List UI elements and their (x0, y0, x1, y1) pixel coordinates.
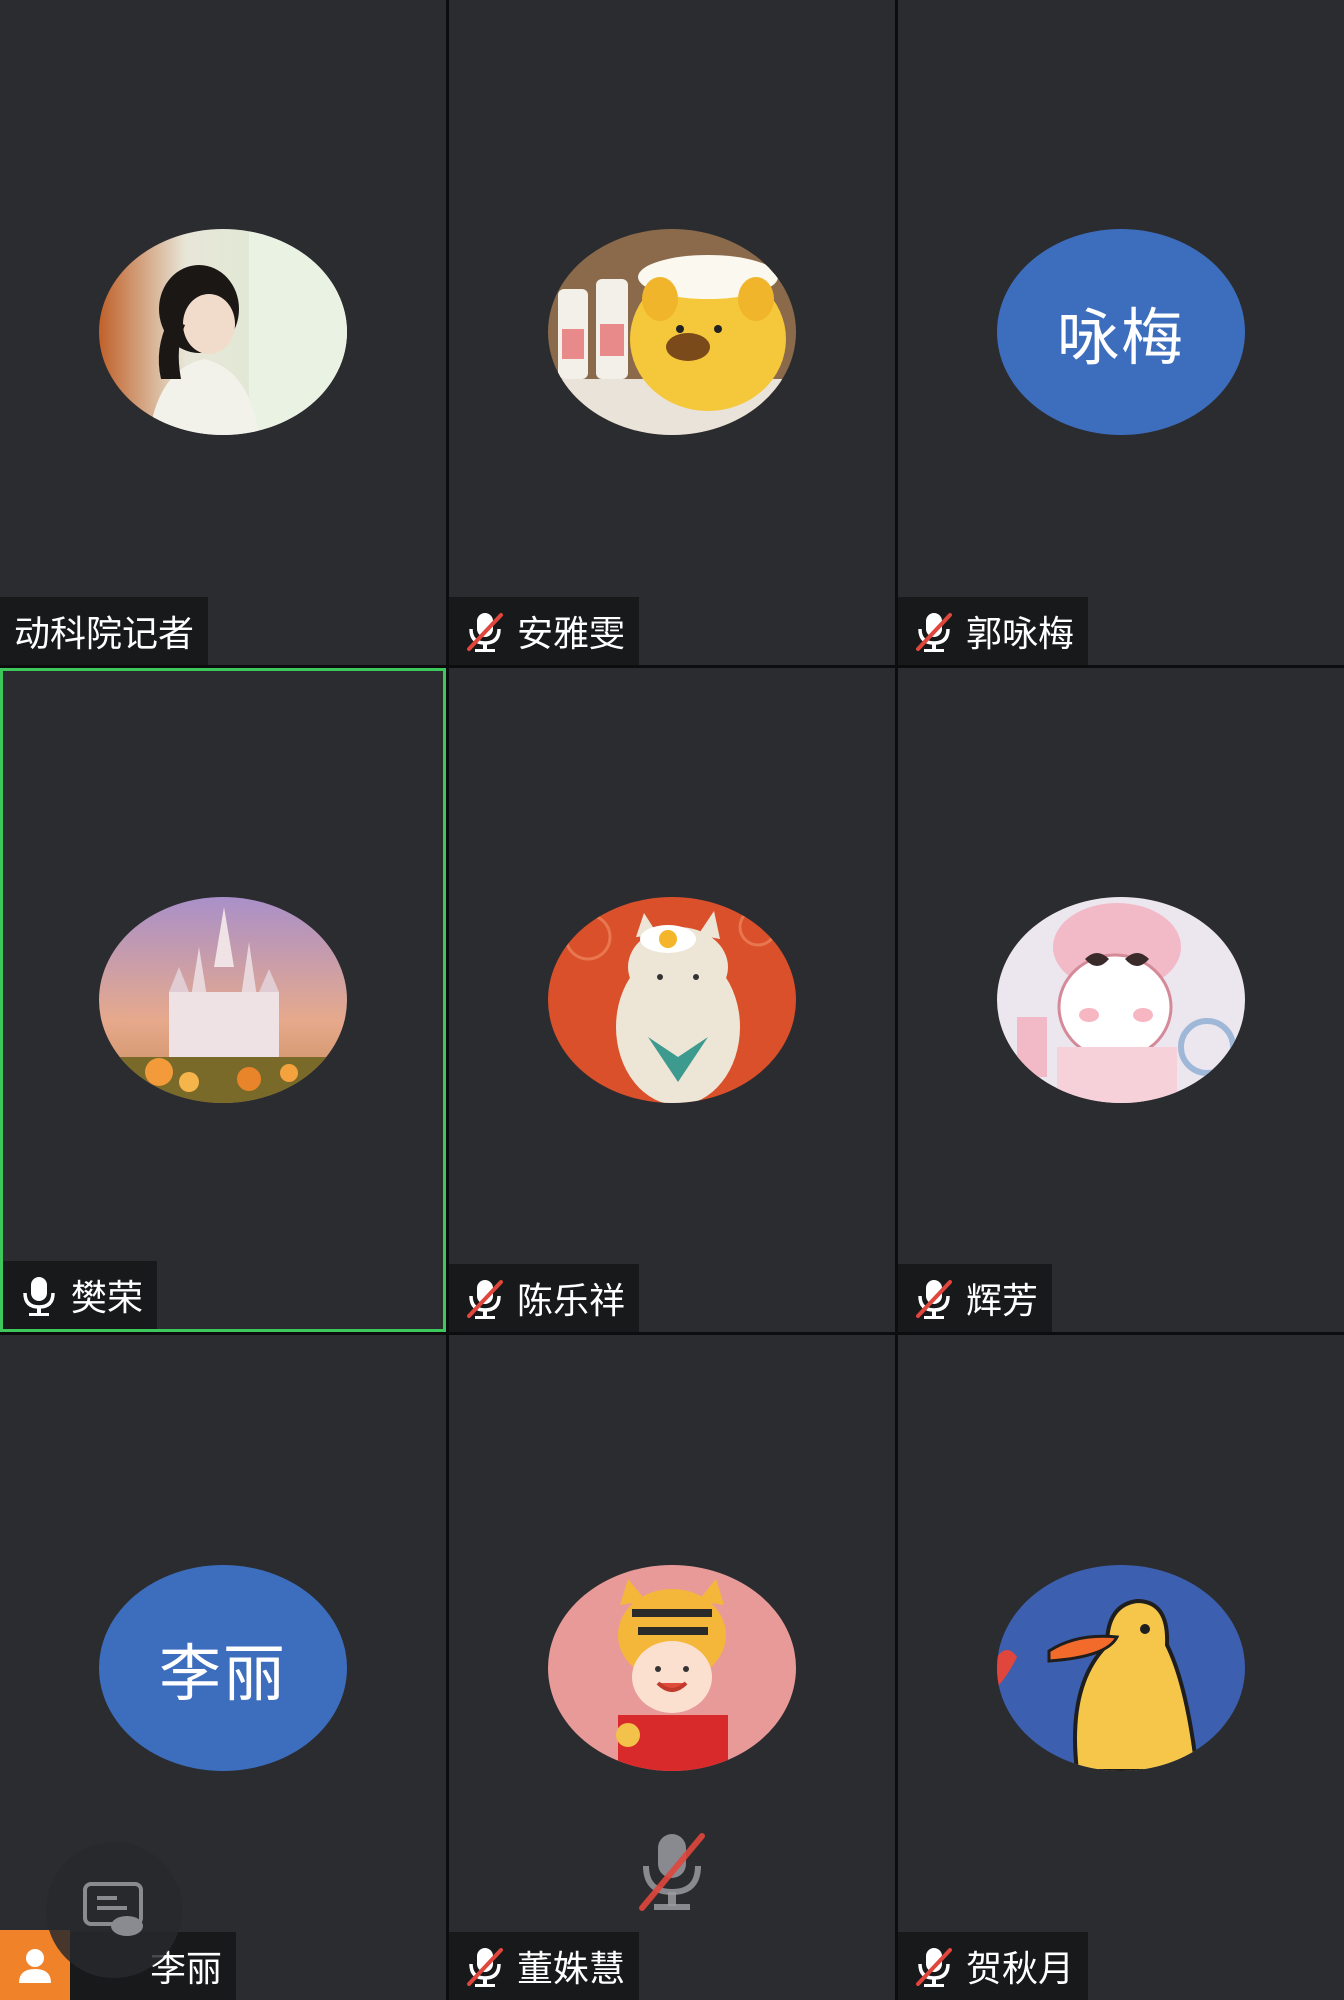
participant-avatar (997, 896, 1245, 1103)
text-avatar: 咏梅 (997, 229, 1245, 436)
participant-name: 安雅雯 (517, 613, 626, 655)
participant-tile-active[interactable]: 樊荣 (0, 667, 446, 1333)
mic-muted-icon (916, 1280, 952, 1320)
mic-muted-icon (467, 612, 503, 652)
participant-avatar (548, 1564, 796, 1771)
chat-button[interactable] (46, 1842, 182, 1978)
participant-avatar (99, 896, 347, 1103)
participant-tile[interactable]: 贺秋月 (898, 1335, 1344, 2000)
participant-name: 动科院记者 (14, 613, 195, 655)
participant-name: 郭咏梅 (966, 613, 1075, 655)
name-tag: 安雅雯 (449, 596, 640, 665)
participant-name: 董姝慧 (517, 1949, 626, 1990)
name-tag: 动科院记者 (0, 596, 209, 665)
mic-muted-icon (467, 1948, 503, 1987)
text-avatar: 李丽 (99, 1564, 347, 1771)
self-mic-toggle[interactable] (632, 1828, 712, 1918)
participant-avatar (997, 1564, 1245, 1771)
name-tag: 贺秋月 (898, 1932, 1089, 2000)
name-tag: 郭咏梅 (898, 596, 1089, 665)
mic-muted-icon (916, 1948, 952, 1987)
participant-tile[interactable]: 安雅雯 (449, 0, 895, 665)
participant-avatar (99, 229, 347, 436)
participant-avatar (548, 896, 796, 1103)
participant-tile[interactable]: 陈乐祥 (449, 667, 895, 1333)
participant-name: 樊荣 (71, 1278, 144, 1320)
mic-muted-icon (639, 1833, 705, 1911)
user-icon (19, 1949, 51, 1983)
participant-avatar (548, 229, 796, 436)
participant-tile[interactable]: 辉芳 (898, 667, 1344, 1333)
participant-tile[interactable]: 咏梅 郭咏梅 (898, 0, 1344, 665)
video-grid: 动科院记者 安雅雯 咏梅 郭咏梅 樊荣 陈乐祥 辉芳 李丽 李丽 董姝慧 贺秋月 (0, 0, 1344, 2000)
participant-tile[interactable]: 李丽 李丽 (0, 1335, 446, 2000)
participant-name: 辉芳 (966, 1281, 1039, 1323)
participant-tile[interactable]: 动科院记者 (0, 0, 446, 665)
mic-muted-icon (916, 612, 952, 652)
name-tag: 陈乐祥 (449, 1264, 640, 1333)
name-tag: 董姝慧 (449, 1932, 640, 2000)
mic-icon (23, 1277, 55, 1317)
name-tag: 辉芳 (898, 1264, 1053, 1333)
chat-bubble-icon (83, 1882, 143, 1936)
participant-name: 贺秋月 (966, 1949, 1075, 1990)
participant-name: 陈乐祥 (517, 1281, 626, 1323)
mic-muted-icon (467, 1280, 503, 1320)
name-tag: 樊荣 (3, 1261, 158, 1330)
